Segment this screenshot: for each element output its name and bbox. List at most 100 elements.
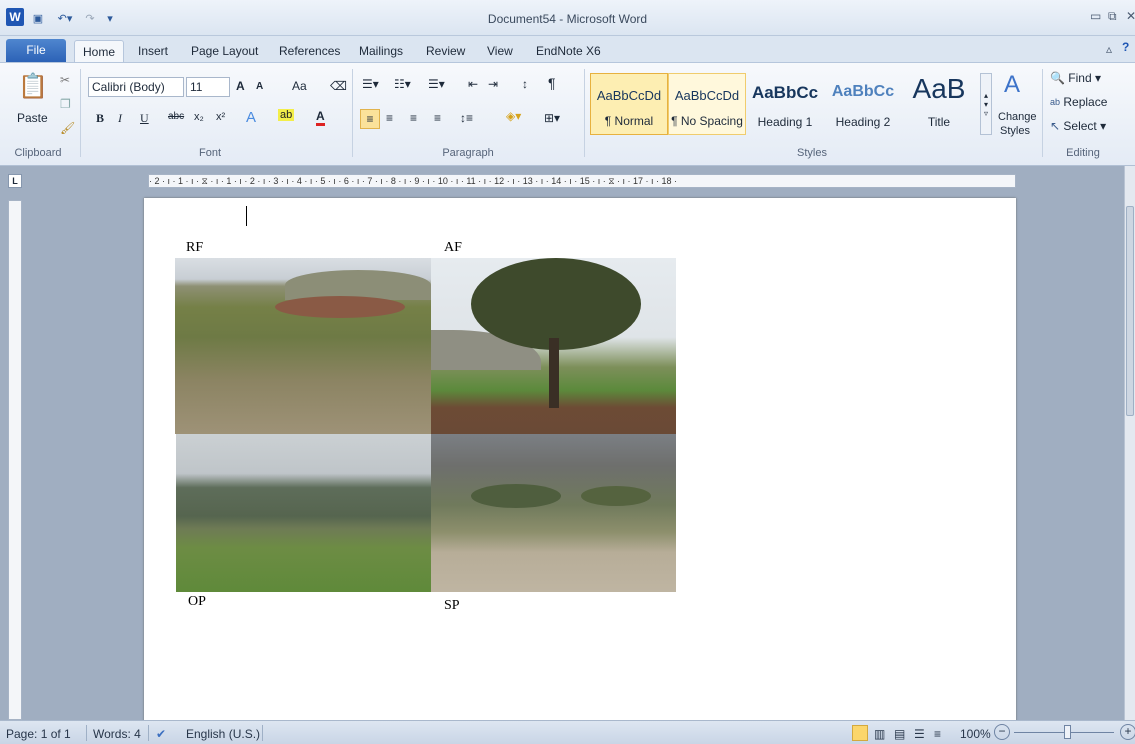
paste-icon[interactable]: 📋 <box>18 69 48 103</box>
align-left-icon[interactable]: ≡ <box>360 109 380 129</box>
ribbon-tabs: File Home Insert Page Layout References … <box>0 36 1135 62</box>
grow-font-button[interactable]: A <box>236 79 245 93</box>
show-formatting-icon[interactable]: ¶ <box>548 75 556 91</box>
outline-icon[interactable]: ☰ <box>914 727 925 741</box>
change-styles-button-line2[interactable]: Styles <box>1000 125 1030 137</box>
style-heading-1[interactable]: AaBbCc Heading 1 <box>746 73 824 135</box>
tab-home[interactable]: Home <box>74 40 124 62</box>
style-sample: AaBbCcDd <box>596 88 662 103</box>
zoom-out-icon[interactable]: − <box>994 724 1010 740</box>
multilevel-list-icon[interactable]: ☰▾ <box>428 77 445 91</box>
close-icon[interactable]: ✕ <box>1126 9 1135 23</box>
window-title: Document54 - Microsoft Word <box>487 12 648 26</box>
styles-group-label: Styles <box>797 147 827 159</box>
replace-button[interactable]: ab Replace <box>1050 95 1107 109</box>
align-right-icon[interactable]: ≡ <box>410 111 417 125</box>
document-page[interactable]: RF AF OP SP <box>144 198 1016 724</box>
vertical-ruler[interactable] <box>8 200 22 720</box>
clear-formatting-icon[interactable]: ⌫ <box>330 79 347 93</box>
page-count[interactable]: Page: 1 of 1 <box>6 727 71 741</box>
borders-icon[interactable]: ⊞▾ <box>544 111 560 125</box>
tab-file[interactable]: File <box>6 39 66 62</box>
tab-selector-icon[interactable]: L <box>8 174 22 188</box>
styles-scroll[interactable]: ▴ ▾ ▿ <box>980 73 992 135</box>
scrollbar-thumb[interactable] <box>1126 206 1134 416</box>
select-button[interactable]: ↖ Select ▾ <box>1050 119 1106 133</box>
shrink-font-button[interactable]: A <box>256 81 263 92</box>
style-heading-2[interactable]: AaBbCc Heading 2 <box>824 73 902 135</box>
rf-photo[interactable] <box>175 258 431 434</box>
horizontal-ruler[interactable]: · 2 · ı · 1 · ı · ⧖ · ı · 1 · ı · 2 · ı … <box>148 174 1016 188</box>
change-styles-button[interactable]: Change <box>998 111 1037 123</box>
divider <box>148 725 149 741</box>
font-name-dropdown[interactable]: Calibri (Body) <box>88 77 184 97</box>
label-af: AF <box>444 240 462 255</box>
line-spacing-icon[interactable]: ↕≡ <box>460 111 473 125</box>
tree-canopy <box>471 258 641 350</box>
strikethrough-button[interactable]: abc <box>168 111 184 122</box>
font-size-dropdown[interactable]: 11 <box>186 77 230 97</box>
bullets-icon[interactable]: ☰▾ <box>362 77 379 91</box>
editing-group-label: Editing <box>1066 147 1100 159</box>
paste-button[interactable]: Paste <box>17 111 48 125</box>
subscript-button[interactable]: x₂ <box>194 111 204 123</box>
tab-insert[interactable]: Insert <box>138 40 168 62</box>
full-screen-reading-icon[interactable]: ▥ <box>874 727 885 741</box>
copy-icon[interactable]: ❐ <box>60 97 71 111</box>
cursor-icon: ↖ <box>1050 119 1061 133</box>
text-effects-icon[interactable]: A <box>246 109 256 126</box>
zoom-slider-thumb[interactable] <box>1064 725 1071 739</box>
bold-button[interactable]: B <box>96 111 104 126</box>
tab-references[interactable]: References <box>279 40 340 62</box>
tab-mailings[interactable]: Mailings <box>359 40 403 62</box>
minimize-icon[interactable]: ▭ <box>1090 9 1101 23</box>
af-photo[interactable] <box>431 258 676 434</box>
word-count[interactable]: Words: 4 <box>93 727 141 741</box>
justify-icon[interactable]: ≡ <box>434 111 441 125</box>
tab-endnote[interactable]: EndNote X6 <box>536 40 601 62</box>
superscript-button[interactable]: x² <box>216 111 225 123</box>
align-center-icon[interactable]: ≡ <box>386 111 393 125</box>
cut-icon[interactable]: ✂ <box>60 73 70 87</box>
tab-view[interactable]: View <box>487 40 513 62</box>
style-label: Title <box>927 115 951 129</box>
shading-icon[interactable]: ◈▾ <box>506 109 521 123</box>
text-cursor <box>246 206 247 226</box>
sp-photo[interactable] <box>431 434 676 592</box>
sort-icon[interactable]: ↕ <box>522 77 528 91</box>
change-styles-icon[interactable]: A <box>1004 71 1020 99</box>
web-layout-icon[interactable]: ▤ <box>894 727 905 741</box>
language[interactable]: English (U.S.) <box>186 727 260 741</box>
find-button[interactable]: 🔍 Find ▾ <box>1050 71 1101 85</box>
label-sp: SP <box>444 598 460 613</box>
change-case-button[interactable]: Aa <box>292 79 307 93</box>
style-title[interactable]: AaB Title <box>900 73 978 135</box>
help-icon[interactable]: ? <box>1122 40 1129 54</box>
tree-canopy <box>471 484 561 508</box>
format-painter-icon[interactable]: 🖌 <box>60 121 75 135</box>
style-no-spacing[interactable]: AaBbCcDd ¶ No Spacing <box>668 73 746 135</box>
font-color-icon[interactable]: A <box>316 109 325 126</box>
restore-icon[interactable]: ⧉ <box>1108 9 1117 24</box>
minimize-ribbon-icon[interactable]: ▵ <box>1106 42 1112 56</box>
op-photo[interactable] <box>176 434 431 592</box>
ribbon: 📋 Paste ✂ ❐ 🖌 Clipboard Calibri (Body) 1… <box>0 62 1135 166</box>
tab-review[interactable]: Review <box>426 40 465 62</box>
zoom-in-icon[interactable]: + <box>1120 724 1135 740</box>
highlight-icon[interactable]: ab <box>278 109 295 121</box>
vertical-scrollbar[interactable] <box>1124 166 1135 720</box>
print-layout-icon[interactable] <box>852 725 868 741</box>
proofing-icon[interactable]: ✔ <box>156 727 166 741</box>
italic-button[interactable]: I <box>118 111 122 126</box>
binoculars-icon: 🔍 <box>1050 71 1065 85</box>
numbering-icon[interactable]: ☷▾ <box>394 77 411 91</box>
decrease-indent-icon[interactable]: ⇤ <box>468 77 478 91</box>
style-normal[interactable]: AaBbCcDd ¶ Normal <box>590 73 668 135</box>
tab-page-layout[interactable]: Page Layout <box>191 40 258 62</box>
tree-trunk <box>549 338 559 408</box>
zoom-level[interactable]: 100% <box>960 727 991 741</box>
draft-icon[interactable]: ≡ <box>934 727 941 741</box>
increase-indent-icon[interactable]: ⇥ <box>488 77 498 91</box>
style-sample: AaB <box>912 73 966 104</box>
underline-button[interactable]: U <box>140 111 149 126</box>
